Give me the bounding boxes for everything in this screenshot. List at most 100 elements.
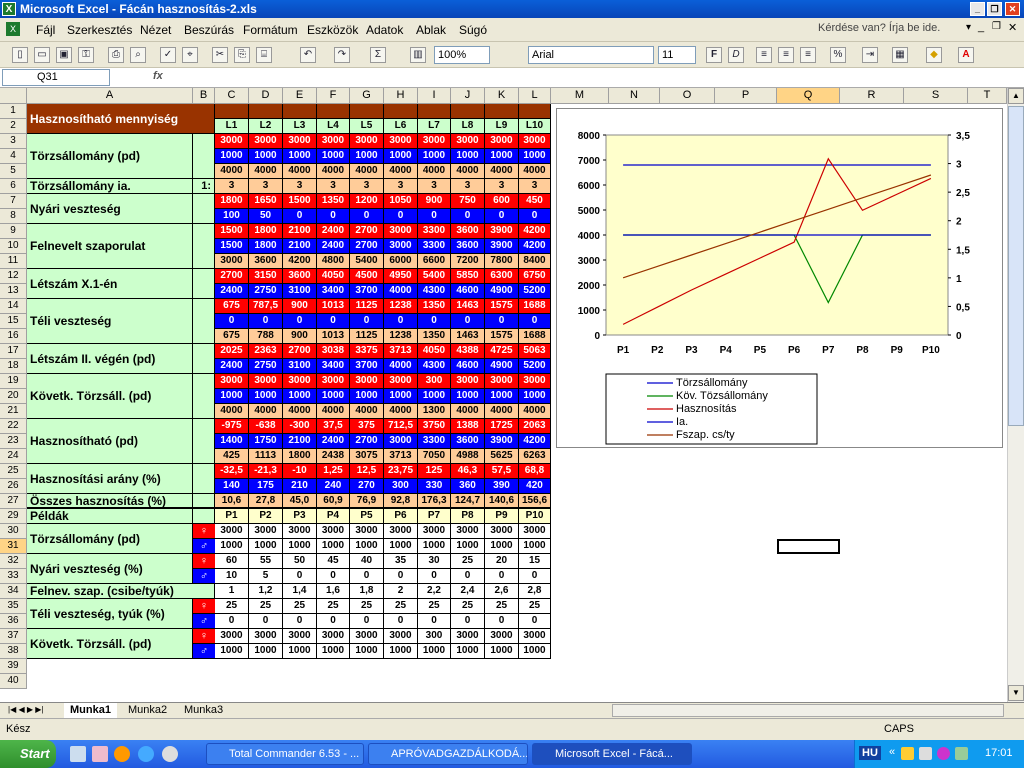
row-header-11[interactable]: 11 [0,254,27,269]
data-cell[interactable]: 3000 [485,524,519,539]
data-cell[interactable]: 788 [249,329,283,344]
data-cell[interactable]: 1300 [418,404,451,419]
data-cell[interactable]: 3 [485,179,519,194]
data-cell[interactable]: 4300 [418,359,451,374]
column-label[interactable]: P9 [485,509,519,524]
data-cell[interactable]: 3600 [249,254,283,269]
data-cell[interactable]: 4500 [350,269,384,284]
new-file-icon[interactable]: ▯ [12,47,28,63]
col-header-I[interactable]: I [418,88,451,104]
data-cell[interactable]: 3000 [519,524,551,539]
data-cell[interactable]: 4000 [249,404,283,419]
header-spacer[interactable] [485,104,519,119]
data-cell[interactable]: 3100 [283,284,317,299]
data-cell[interactable]: -32,5 [215,464,249,479]
data-cell[interactable]: 6600 [418,254,451,269]
data-cell[interactable]: 60 [215,554,249,569]
data-cell[interactable]: 35 [384,554,418,569]
data-cell[interactable]: 25 [249,599,283,614]
header-spacer[interactable] [215,104,249,119]
data-cell[interactable]: 3700 [350,359,384,374]
header-spacer[interactable] [451,104,485,119]
column-label[interactable]: P8 [451,509,485,524]
data-cell[interactable]: 900 [418,194,451,209]
data-cell[interactable]: 3000 [418,524,451,539]
data-cell[interactable]: 0 [317,614,350,629]
data-cell[interactable]: 1000 [384,149,418,164]
tray-app-icon[interactable] [937,747,950,760]
data-cell[interactable]: 3000 [384,524,418,539]
menu-help[interactable]: Súgó [459,23,487,37]
research-icon[interactable]: ⌖ [182,47,198,63]
row-header-37[interactable]: 37 [0,629,27,644]
col-header-M[interactable]: M [551,88,609,104]
task-word-document[interactable]: APRÓVADGAZDÁLKODÁ... [368,743,528,765]
data-cell[interactable]: -10 [283,464,317,479]
row-header-7[interactable]: 7 [0,194,27,209]
data-cell[interactable]: 2,4 [451,584,485,599]
data-cell[interactable]: 2,2 [418,584,451,599]
data-cell[interactable]: 6300 [485,269,519,284]
data-cell[interactable]: 5400 [350,254,384,269]
col-header-B[interactable]: B [193,88,215,104]
data-cell[interactable]: -21,3 [249,464,283,479]
data-cell[interactable]: 3 [384,179,418,194]
data-cell[interactable]: 240 [317,479,350,494]
data-cell[interactable]: 50 [249,209,283,224]
row-header-3[interactable]: 3 [0,134,27,149]
open-folder-icon[interactable]: ▭ [34,47,50,63]
vertical-scrollbar[interactable]: ▲ ▼ [1007,88,1024,702]
data-cell[interactable]: 7200 [451,254,485,269]
column-label[interactable]: L10 [519,119,551,134]
data-cell[interactable]: 4988 [451,449,485,464]
column-label[interactable]: L7 [418,119,451,134]
redo-icon[interactable]: ↷ [334,47,350,63]
data-cell[interactable]: 4000 [350,164,384,179]
data-cell[interactable]: 2025 [215,344,249,359]
data-cell[interactable]: 4000 [384,359,418,374]
data-cell[interactable]: 0 [350,614,384,629]
media-player-icon[interactable] [162,746,178,762]
copy-icon[interactable]: ⎘ [234,47,250,63]
doc-restore-button[interactable]: ❐ [992,21,1001,32]
data-cell[interactable]: 25 [451,554,485,569]
row-header-21[interactable]: 21 [0,404,27,419]
row-header-5[interactable]: 5 [0,164,27,179]
data-cell[interactable]: 4200 [519,434,551,449]
data-cell[interactable]: 25 [519,599,551,614]
data-cell[interactable]: 1350 [317,194,350,209]
data-cell[interactable]: 4600 [451,284,485,299]
data-cell[interactable]: 7800 [485,254,519,269]
row-header-39[interactable]: 39 [0,659,27,674]
data-cell[interactable]: 0 [451,314,485,329]
data-cell[interactable]: 1000 [317,644,350,659]
data-cell[interactable]: 25 [418,599,451,614]
data-cell[interactable]: 55 [249,554,283,569]
data-cell[interactable]: 750 [451,194,485,209]
data-cell[interactable]: 3000 [283,134,317,149]
data-cell[interactable]: 4300 [418,284,451,299]
col-header-Q[interactable]: Q [777,88,840,104]
data-cell[interactable]: 1,25 [317,464,350,479]
data-cell[interactable]: 2400 [215,284,249,299]
row-header-9[interactable]: 9 [0,224,27,239]
data-cell[interactable]: 1463 [451,329,485,344]
menu-edit[interactable]: Szerkesztés [67,23,132,37]
data-cell[interactable]: 4000 [249,164,283,179]
data-cell[interactable]: 0 [485,209,519,224]
align-center-icon[interactable]: ≡ [778,47,794,63]
row-header-23[interactable]: 23 [0,434,27,449]
data-cell[interactable]: 2750 [249,359,283,374]
data-cell[interactable]: 3 [249,179,283,194]
data-cell[interactable]: 1125 [350,299,384,314]
data-cell[interactable]: 68,8 [519,464,551,479]
data-cell[interactable]: 3000 [519,134,551,149]
data-cell[interactable]: 3000 [451,134,485,149]
data-cell[interactable]: 1,6 [317,584,350,599]
data-cell[interactable]: 0 [519,209,551,224]
data-cell[interactable]: 675 [215,329,249,344]
data-cell[interactable]: 4950 [384,269,418,284]
font-size-select[interactable]: 11 [658,46,696,64]
paste-icon[interactable]: ⌸ [256,47,272,63]
data-cell[interactable]: 1800 [283,449,317,464]
